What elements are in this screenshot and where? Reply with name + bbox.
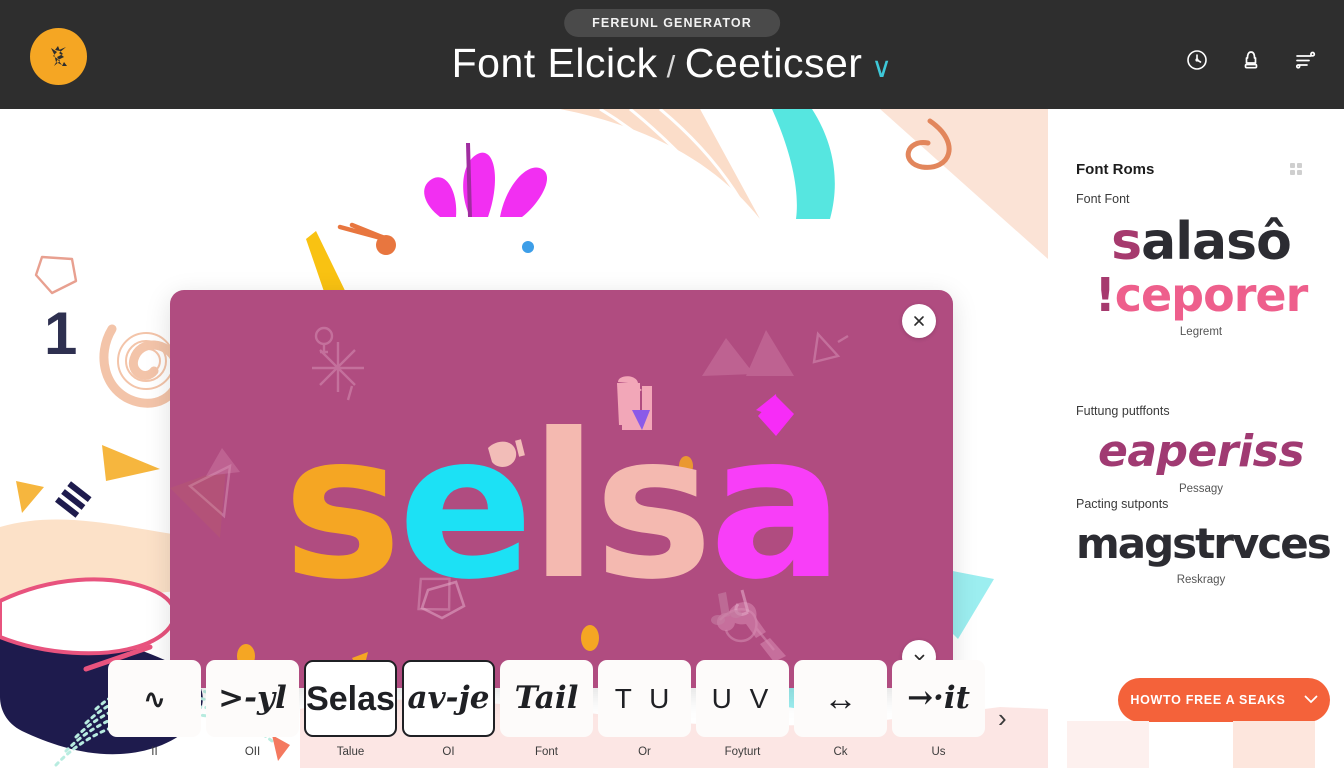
thumbnail-label: Or xyxy=(638,746,651,758)
thumbnail-label: Us xyxy=(931,746,946,758)
mode-pill[interactable]: FEREUNL GENERATOR xyxy=(564,9,780,37)
specimen-caption: Pessagy xyxy=(1178,483,1224,495)
history-clock-icon[interactable] xyxy=(1184,47,1210,73)
specimen-rest: alasô xyxy=(1141,212,1292,272)
placeholder-block-left xyxy=(1067,721,1149,768)
list-item[interactable]: T U Or xyxy=(598,660,691,758)
list-item[interactable]: av-je OI xyxy=(402,660,495,758)
thumbnail-label: Font xyxy=(534,746,558,758)
thumbnail-1[interactable]: >-yl xyxy=(206,660,299,737)
thumbnail-label: Talue xyxy=(336,746,365,758)
thumbnail-glyph: Selas xyxy=(306,679,395,718)
preview-card[interactable]: selsa xyxy=(170,290,953,688)
close-icon[interactable] xyxy=(902,304,936,338)
app-header: FEREUNL GENERATOR Font Elcick / Ceeticse… xyxy=(0,0,1344,109)
font-specimen[interactable]: salasô !ceporer xyxy=(1076,214,1326,320)
word-letter: a xyxy=(709,391,844,624)
font-specimen[interactable]: eaperiss xyxy=(1076,426,1326,477)
specimen-word: eaperiss xyxy=(1097,426,1305,477)
word-letter: s xyxy=(282,391,402,624)
sidebar-title: Font Roms xyxy=(1076,161,1155,178)
font-thumbnail-strip[interactable]: ∿ II >-yl OII Selas Talue av-je OI Tail xyxy=(108,660,1007,758)
thumbnail-glyph: Tail xyxy=(514,680,579,716)
thumbnail-glyph: >-yl xyxy=(218,680,287,716)
thumbnail-label: II xyxy=(151,746,158,758)
logo-glyph-icon xyxy=(50,45,67,66)
thumbnail-label: Foyturt xyxy=(724,746,761,758)
thumbnail-glyph: ∿ xyxy=(143,683,166,714)
design-canvas[interactable]: 1 selsa ∿ II >-yl OII Selas Talue av-je … xyxy=(0,109,1048,768)
list-item[interactable]: ↔ Ck xyxy=(794,660,887,758)
word-letter: l xyxy=(529,391,599,624)
sidebar-section-2: Pacting sutponts magstrvces Reskragy xyxy=(1076,497,1332,586)
thumbnail-glyph: T U xyxy=(614,682,675,714)
specimen-word: ceporer xyxy=(1114,268,1309,322)
cta-button[interactable]: HOWTO FREE A SEAKS xyxy=(1118,678,1330,722)
thumbnail-label: Ck xyxy=(833,746,848,758)
right-sidebar: Font Roms Font Font salasô !ceporer Legr… xyxy=(1048,109,1344,768)
thumbnail-8[interactable]: →·it xyxy=(892,660,985,737)
thumbnail-6[interactable]: U V xyxy=(696,660,789,737)
thumbnail-4[interactable]: Tail xyxy=(500,660,593,737)
font-specimen[interactable]: magstrvces xyxy=(1076,519,1332,568)
list-item[interactable]: Selas Talue xyxy=(304,660,397,758)
thumbnail-label: OI xyxy=(442,746,455,758)
word-letter: e xyxy=(397,391,534,624)
list-item[interactable]: ∿ II xyxy=(108,660,201,758)
list-item[interactable]: →·it Us xyxy=(892,660,985,758)
thumbnail-2[interactable]: Selas xyxy=(304,660,397,737)
cta-label: HOWTO FREE A SEAKS xyxy=(1130,693,1286,707)
title-primary: Font Elcick xyxy=(451,40,658,86)
thumbnail-3[interactable]: av-je xyxy=(402,660,495,737)
specimen-caption: Reskragy xyxy=(1176,574,1226,586)
placeholder-block-right xyxy=(1233,721,1315,768)
thumbnail-glyph: →·it xyxy=(907,680,970,716)
thumbnail-glyph: U V xyxy=(711,682,774,714)
list-item[interactable]: >-yl OII xyxy=(206,660,299,758)
slide-number: 1 xyxy=(44,300,78,367)
specimen-initial: s xyxy=(1111,212,1142,272)
app-logo[interactable] xyxy=(30,28,87,85)
title-separator: / xyxy=(666,49,676,84)
title-chevron-down-icon[interactable]: ∨ xyxy=(871,51,892,84)
thumbnail-5[interactable]: T U xyxy=(598,660,691,737)
card-word: selsa xyxy=(170,408,953,608)
specimen-word: magstrvces xyxy=(1076,519,1332,568)
word-letter: s xyxy=(594,391,713,624)
title-secondary: Ceeticser xyxy=(684,40,863,86)
sidebar-section-0: Font Font salasô !ceporer Legremt xyxy=(1076,192,1326,338)
thumbnail-0[interactable]: ∿ xyxy=(108,660,201,737)
page-title: Font Elcick / Ceeticser ∨ xyxy=(452,40,893,87)
sidebar-section-1: Futtung putffonts eaperiss Pessagy xyxy=(1076,404,1326,495)
thumbnail-glyph: av-je xyxy=(407,680,490,716)
specimen-caption: Legremt xyxy=(1179,326,1223,338)
sliders-icon[interactable] xyxy=(1292,47,1318,73)
strip-next-arrow-icon[interactable]: › xyxy=(998,703,1007,734)
section-label: Font Font xyxy=(1076,192,1130,206)
thumbnail-7[interactable]: ↔ xyxy=(794,660,887,737)
list-item[interactable]: Tail Font xyxy=(500,660,593,758)
chevron-down-icon xyxy=(1304,693,1318,707)
thumbnail-label: OII xyxy=(244,746,261,758)
thumbnail-glyph: ↔ xyxy=(823,679,858,718)
header-icon-group xyxy=(1184,47,1318,73)
stamp-icon[interactable] xyxy=(1238,47,1264,73)
list-item[interactable]: U V Foyturt xyxy=(696,660,789,758)
grid-drag-icon[interactable] xyxy=(1288,161,1304,182)
specimen-bang: ! xyxy=(1094,268,1116,322)
section-label: Pacting sutponts xyxy=(1076,497,1169,511)
section-label: Futtung putffonts xyxy=(1076,404,1170,418)
